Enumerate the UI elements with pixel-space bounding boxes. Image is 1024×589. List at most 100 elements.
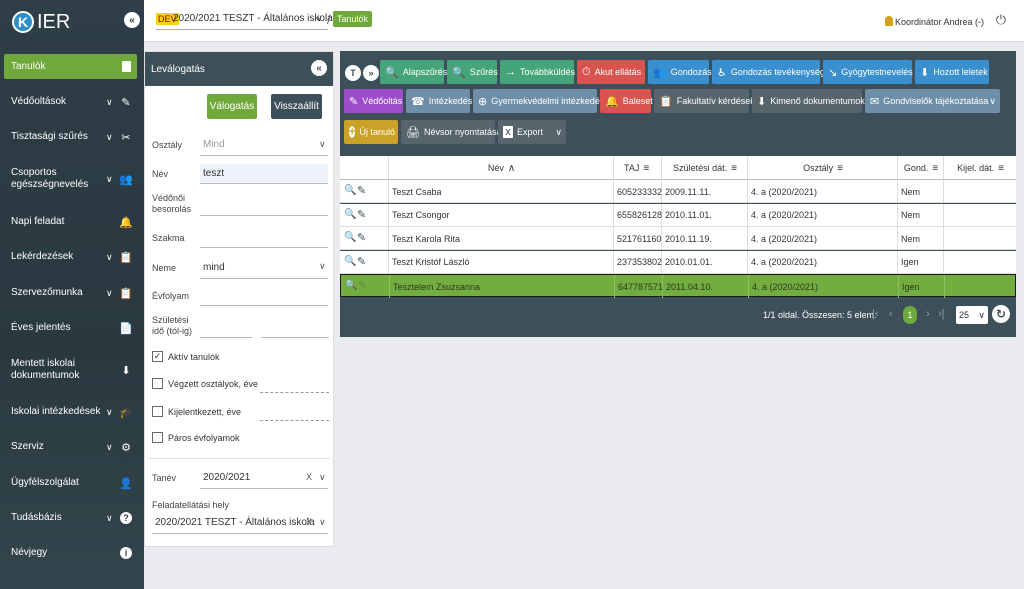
logout-icon[interactable]: ⏻ bbox=[996, 12, 1006, 28]
sidebar-item-mentett-dokumentumok[interactable]: Mentett iskolai dokumentumok ⬇ bbox=[0, 354, 144, 386]
table-row[interactable]: 🔍 ✎ Tesztelem Zsuzsanna 647787571 2011.04.10… bbox=[340, 274, 1016, 298]
clear-icon[interactable]: X bbox=[306, 517, 312, 527]
sidebar-item-vedooltasok[interactable]: Védőoltások ∨ ✎ bbox=[0, 90, 144, 114]
measure-button[interactable]: ☎ Intézkedés bbox=[406, 89, 472, 113]
table-row[interactable]: 🔍 ✎ Teszt Kristóf László 237353802 2010.01.0… bbox=[340, 250, 1016, 274]
sidebar-item-lekerdezesek[interactable]: Lekérdezések ∨ 📋 bbox=[0, 245, 144, 269]
current-page-button[interactable]: 1 bbox=[903, 306, 917, 324]
sidebar-item-szervezomunka[interactable]: Szervezőmunka ∨ 📋 bbox=[0, 281, 144, 305]
column-header-name[interactable]: Név ∧ bbox=[389, 156, 614, 180]
breadcrumb-tanulok[interactable]: Tanulók bbox=[333, 11, 373, 27]
toolbar-collapse-icon[interactable]: » bbox=[363, 65, 379, 81]
search-icon[interactable]: 🔍 bbox=[344, 185, 356, 196]
new-student-button[interactable]: + Új tanuló bbox=[344, 120, 398, 144]
table-row[interactable]: 🔍 ✎ Teszt Karola Rita 521761160 2010.11.19. 4… bbox=[340, 227, 1016, 250]
sidebar-item-tanulok[interactable]: Tanulók bbox=[4, 54, 137, 79]
guardian-notice-button[interactable]: ✉ Gondviselők tájékoztatása ∨ bbox=[865, 89, 1000, 113]
edit-icon[interactable]: ✎ bbox=[357, 231, 366, 244]
sidebar-collapse-button[interactable]: « bbox=[124, 12, 140, 28]
table-row[interactable]: 🔍 ✎ Teszt Csongor 655826128 2010.11.01. 4. a … bbox=[340, 203, 1016, 227]
filter-collapse-button[interactable]: « bbox=[311, 60, 327, 76]
prev-page-icon[interactable]: ‹ bbox=[889, 308, 893, 320]
physical-therapy-button[interactable]: ↘ Gyógytestnevelés bbox=[823, 60, 913, 84]
grade-input[interactable] bbox=[200, 286, 328, 306]
edit-icon[interactable]: ✎ bbox=[357, 208, 366, 221]
last-page-icon[interactable]: ›| bbox=[938, 308, 945, 320]
column-header-class[interactable]: Osztály ≡ bbox=[748, 156, 898, 180]
optional-questions-button[interactable]: 📋 Fakultatív kérdések bbox=[654, 89, 755, 113]
gender-select[interactable]: mind bbox=[200, 257, 328, 279]
site-select[interactable]: 2020/2021 TESZT - Általános iskola bbox=[152, 512, 328, 534]
search-icon[interactable]: 🔍 bbox=[344, 256, 356, 267]
column-header-kijel[interactable]: Kijel. dát. ≡ bbox=[944, 156, 1016, 180]
chevron-down-icon[interactable]: ∨ bbox=[319, 517, 326, 528]
sort-asc-icon: ∧ bbox=[507, 162, 515, 174]
column-header-taj[interactable]: TAJ ≡ bbox=[614, 156, 662, 180]
first-page-icon[interactable]: |‹ bbox=[872, 308, 879, 320]
select-button[interactable]: Válogatás bbox=[207, 94, 257, 119]
active-students-checkbox[interactable]: ✓ bbox=[152, 351, 163, 362]
screening-button[interactable]: 🔍 Szűrés bbox=[447, 60, 498, 84]
nurse-classification-input[interactable] bbox=[200, 196, 328, 216]
care-button[interactable]: 👥 Gondozás bbox=[648, 60, 712, 84]
chevron-down-icon[interactable]: ∨ bbox=[316, 13, 323, 24]
brought-results-button[interactable]: ⬇ Hozott leletek bbox=[915, 60, 989, 84]
search-icon[interactable]: 🔍 bbox=[345, 280, 357, 291]
sidebar-item-tudasbazis[interactable]: Tudásbázis ∨ ? bbox=[0, 506, 144, 530]
accident-button[interactable]: 🔔 Baleset bbox=[600, 89, 653, 113]
forward-button[interactable]: → Továbbküldés bbox=[500, 60, 575, 84]
care-activity-button[interactable]: ♿ Gondozás tevékenység bbox=[712, 60, 825, 84]
column-header-gond[interactable]: Gond. ≡ bbox=[898, 156, 944, 180]
table-row[interactable]: 🔍 ✎ Teszt Csaba 605233332 2009.11.11. 4. a (2… bbox=[340, 180, 1016, 203]
basic-screening-button[interactable]: 🔍 Alapszűrés bbox=[380, 60, 447, 84]
user-menu[interactable]: Koordinátor Andrea (-) bbox=[884, 16, 984, 27]
sidebar-item-iskolai-intezkedesek[interactable]: Iskolai intézkedések ∨ 🎓 bbox=[0, 400, 144, 424]
sidebar-item-napi-feladat[interactable]: Napi feladat 🔔 bbox=[0, 210, 144, 234]
column-label: Osztály bbox=[803, 163, 834, 173]
outgoing-documents-button[interactable]: ⬇ Kimenő dokumentumok bbox=[752, 89, 865, 113]
search-icon[interactable]: 🔍 bbox=[344, 209, 356, 220]
export-button[interactable]: X Export ∨ bbox=[498, 120, 566, 144]
chevron-down-icon[interactable]: ∨ bbox=[989, 96, 996, 107]
syringe-icon: ✎ bbox=[349, 95, 359, 108]
chevron-down-icon: ∨ bbox=[106, 512, 113, 523]
profession-input[interactable] bbox=[200, 228, 328, 248]
cell-taj: 605233332 bbox=[614, 180, 662, 203]
sidebar-item-szerviz[interactable]: Szerviz ∨ ⚙ bbox=[0, 435, 144, 459]
edit-icon[interactable]: ✎ bbox=[357, 255, 366, 268]
reset-button[interactable]: Visszaállít bbox=[271, 94, 322, 119]
search-icon[interactable]: 🔍 bbox=[344, 232, 356, 243]
deregistered-checkbox[interactable] bbox=[152, 406, 163, 417]
even-grades-checkbox[interactable] bbox=[152, 432, 163, 443]
graduated-year-input[interactable] bbox=[260, 392, 329, 393]
next-page-icon[interactable]: › bbox=[926, 308, 930, 320]
clipboard-icon: 📋 bbox=[119, 287, 133, 300]
filter-toggle-icon[interactable]: T bbox=[345, 65, 361, 81]
clear-icon[interactable]: X bbox=[306, 472, 312, 482]
sidebar-item-nevjegy[interactable]: Névjegy i bbox=[0, 541, 144, 565]
refresh-icon[interactable]: ↻ bbox=[992, 305, 1010, 323]
deregistered-year-input[interactable] bbox=[260, 420, 329, 421]
class-select[interactable]: Mind bbox=[200, 134, 328, 156]
breadcrumb-separator: / bbox=[327, 12, 331, 27]
acute-care-button[interactable]: ⏱ Akut ellátás bbox=[577, 60, 645, 84]
sidebar-item-ugyfelszolgalat[interactable]: Ügyfélszolgálat 👤 bbox=[0, 471, 144, 495]
profession-label: Szakma bbox=[152, 233, 185, 243]
edit-icon[interactable]: ✎ bbox=[358, 279, 367, 292]
birth-from-input[interactable] bbox=[200, 318, 252, 338]
sidebar-item-tisztasagi-szures[interactable]: Tisztasági szűrés ∨ ✂ bbox=[0, 125, 144, 149]
name-input[interactable]: teszt bbox=[200, 164, 328, 184]
chevron-down-icon[interactable]: ∨ bbox=[319, 472, 326, 483]
school-select[interactable]: 2020/2021 TESZT - Általános iskola bbox=[173, 13, 333, 24]
child-protection-button[interactable]: ⊕ Gyermekvédelmi intézkedés bbox=[473, 89, 604, 113]
column-header-birth[interactable]: Születési dát. ≡ bbox=[662, 156, 748, 180]
sidebar-item-csoportos-egeszsegneveles[interactable]: Csoportos egészségnevelés ∨ 👥 bbox=[0, 163, 144, 195]
print-list-button[interactable]: 🖨 Névsor nyomtatása bbox=[401, 120, 502, 144]
sidebar-item-eves-jelentes[interactable]: Éves jelentés 📄 bbox=[0, 316, 144, 340]
birth-to-input[interactable] bbox=[261, 318, 329, 338]
vaccination-button[interactable]: ✎ Védőoltás bbox=[344, 89, 403, 113]
chevron-down-icon[interactable]: ∨ bbox=[555, 127, 562, 138]
edit-icon[interactable]: ✎ bbox=[357, 184, 366, 197]
graduated-classes-checkbox[interactable] bbox=[152, 378, 163, 389]
page-size-select[interactable]: 25 ∨ bbox=[956, 306, 988, 324]
